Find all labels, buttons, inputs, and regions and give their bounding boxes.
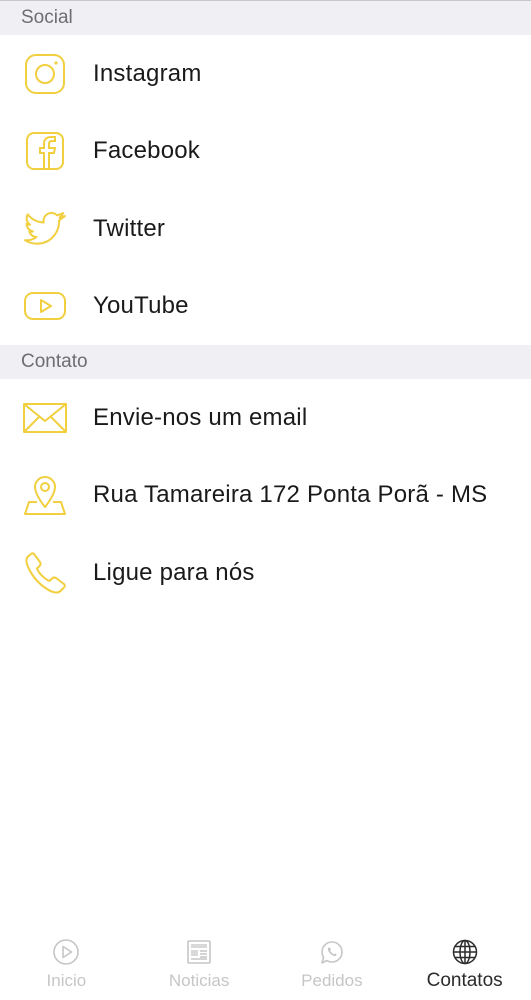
contact-item-label: Envie-nos um email bbox=[93, 403, 308, 431]
facebook-icon bbox=[22, 128, 68, 174]
social-item-twitter[interactable]: Twitter bbox=[0, 190, 531, 268]
contacts-screen: Social Instagram Facebook Twitter YouTub… bbox=[0, 0, 531, 1000]
twitter-icon bbox=[22, 206, 68, 252]
tab-pedidos[interactable]: Pedidos bbox=[266, 930, 399, 1000]
tab-label: Pedidos bbox=[301, 971, 363, 990]
social-item-label: Twitter bbox=[93, 214, 166, 242]
instagram-icon bbox=[22, 51, 68, 97]
tab-label: Inicio bbox=[46, 971, 87, 990]
contact-item-phone[interactable]: Ligue para nós bbox=[0, 534, 531, 612]
globe-icon bbox=[452, 939, 477, 965]
social-item-youtube[interactable]: YouTube bbox=[0, 268, 531, 346]
tab-label: Contatos bbox=[426, 970, 503, 991]
youtube-icon bbox=[22, 283, 68, 329]
newspaper-icon bbox=[187, 940, 211, 964]
contato-list: Envie-nos um email Rua Tamareira 172 Pon… bbox=[0, 379, 531, 612]
social-item-facebook[interactable]: Facebook bbox=[0, 113, 531, 191]
section-title: Social bbox=[21, 7, 73, 28]
whatsapp-icon bbox=[321, 941, 343, 964]
social-item-label: YouTube bbox=[93, 292, 189, 320]
contact-item-label: Rua Tamareira 172 Ponta Porã - MS bbox=[93, 481, 488, 509]
phone-icon bbox=[22, 550, 68, 596]
tab-inicio[interactable]: Inicio bbox=[0, 930, 133, 1000]
tab-label: Noticias bbox=[168, 971, 230, 990]
mail-icon bbox=[22, 395, 68, 441]
map-pin-icon bbox=[22, 472, 68, 518]
tab-noticias[interactable]: Noticias bbox=[133, 930, 266, 1000]
section-header-contato: Contato bbox=[0, 345, 531, 379]
social-item-label: Facebook bbox=[93, 137, 200, 165]
tab-contatos[interactable]: Contatos bbox=[398, 930, 531, 1000]
contact-item-address[interactable]: Rua Tamareira 172 Ponta Porã - MS bbox=[0, 457, 531, 535]
contact-item-email[interactable]: Envie-nos um email bbox=[0, 379, 531, 457]
tab-bar: Inicio Noticias Pedidos Contatos bbox=[0, 930, 531, 1000]
contact-item-label: Ligue para nós bbox=[93, 558, 255, 586]
section-header-social: Social bbox=[0, 1, 531, 35]
social-list: Instagram Facebook Twitter YouTube bbox=[0, 35, 531, 345]
social-item-label: Instagram bbox=[93, 59, 202, 87]
section-title: Contato bbox=[21, 351, 88, 372]
play-circle-icon bbox=[53, 939, 80, 965]
social-item-instagram[interactable]: Instagram bbox=[0, 35, 531, 113]
